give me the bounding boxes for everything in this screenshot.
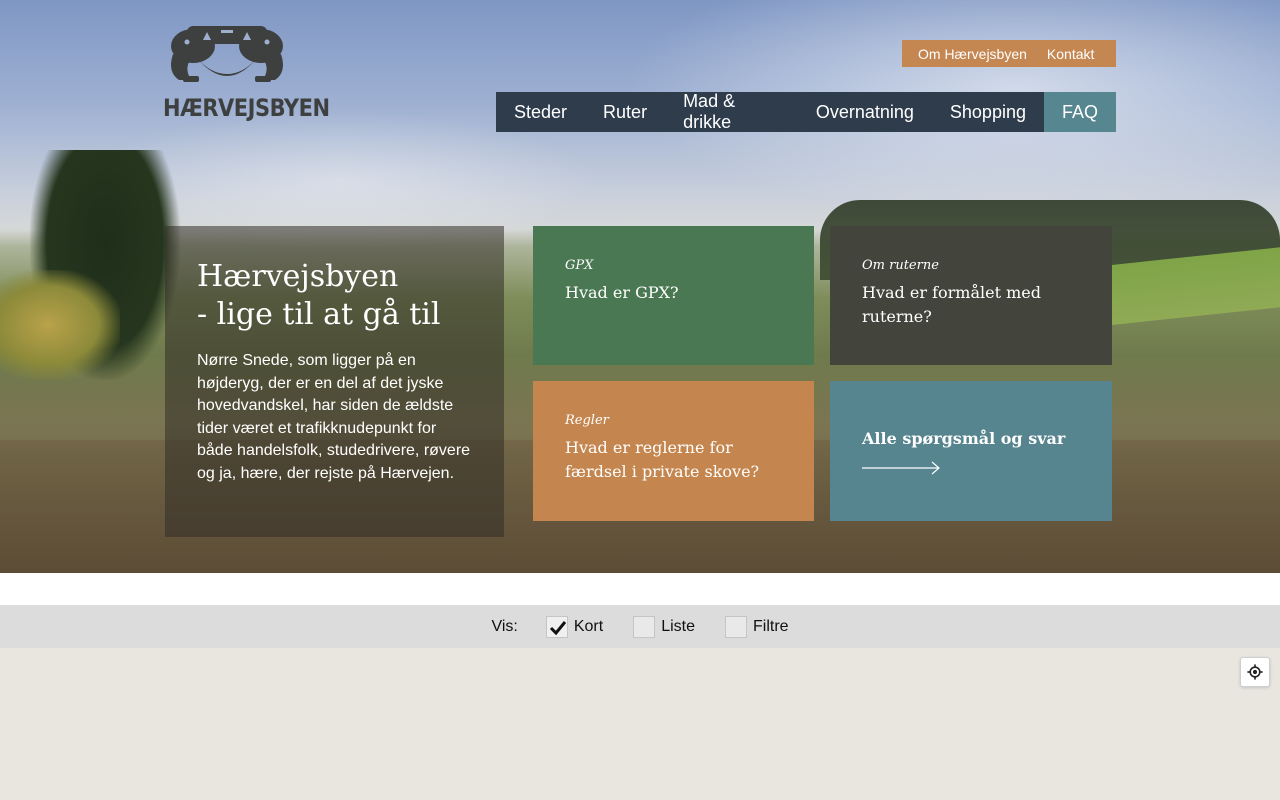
view-option-label: Liste [661,617,695,635]
faq-tile-all-questions[interactable]: Alle spørgsmål og svar [830,381,1112,521]
checkmark-icon [549,620,567,635]
nav-item-ruter[interactable]: Ruter [585,92,665,132]
intro-title: Hærvejsbyen - lige til at gå til [197,258,472,334]
faq-tile-question: Hvad er GPX? [565,283,679,302]
nav-item-faq[interactable]: FAQ [1043,92,1116,132]
locate-me-icon [1247,664,1263,680]
map-area[interactable] [0,648,1280,800]
faq-tile-question: Hvad er reglerne for færdsel i private s… [565,438,760,481]
nav-item-overnatning[interactable]: Overnatning [798,92,932,132]
faq-tile-category: Om ruterne [862,258,939,273]
checkbox-kort[interactable] [545,615,568,638]
site-logo[interactable]: HÆRVEJSBYEN [163,24,330,124]
view-option-filtre[interactable]: Filtre [724,615,789,638]
checkbox-filtre[interactable] [724,615,747,638]
logo-wordmark: HÆRVEJSBYEN [163,94,330,122]
faq-tile-question: Hvad er formålet med ruterne? [862,283,1041,326]
view-option-label: Kort [573,617,604,635]
intro-box: Hærvejsbyen - lige til at gå til Nørre S… [165,226,504,537]
faq-tile-question: Alle spørgsmål og svar [862,429,1066,448]
nav-link-contact[interactable]: Kontakt [1047,46,1094,62]
faq-tile-om-ruterne[interactable]: Om ruterne Hvad er formålet med ruterne? [830,226,1112,365]
locate-me-button[interactable] [1240,657,1270,687]
main-nav: Steder Ruter Mad & drikke Overnatning Sh… [496,91,1116,132]
intro-body: Nørre Snede, som ligger på en højderyg, … [197,352,471,482]
intro-title-line2: - lige til at gå til [197,297,441,332]
utility-nav: Om Hærvejsbyen Kontakt [902,40,1116,67]
nav-link-about[interactable]: Om Hærvejsbyen [918,46,1027,62]
nav-item-mad-drikke[interactable]: Mad & drikke [665,91,798,132]
view-toggle-label: Vis: [491,617,518,635]
nav-item-steder[interactable]: Steder [496,92,585,132]
faq-tile-regler[interactable]: Regler Hvad er reglerne for færdsel i pr… [533,381,814,521]
view-option-kort[interactable]: Kort [545,615,604,638]
twin-lions-emblem-icon [171,26,283,82]
faq-tile-gpx[interactable]: GPX Hvad er GPX? [533,226,814,365]
faq-tile-category: GPX [565,258,594,273]
arrow-right-icon [862,461,940,475]
view-toggle-bar: Vis: Kort Liste Filtre [0,605,1280,648]
nav-item-shopping[interactable]: Shopping [932,92,1044,132]
spacer-strip [0,573,1280,605]
view-option-label: Filtre [752,617,789,635]
view-option-liste[interactable]: Liste [633,615,695,638]
faq-tile-category: Regler [565,413,609,428]
checkbox-liste[interactable] [633,615,656,638]
intro-title-line1: Hærvejsbyen [197,259,399,294]
